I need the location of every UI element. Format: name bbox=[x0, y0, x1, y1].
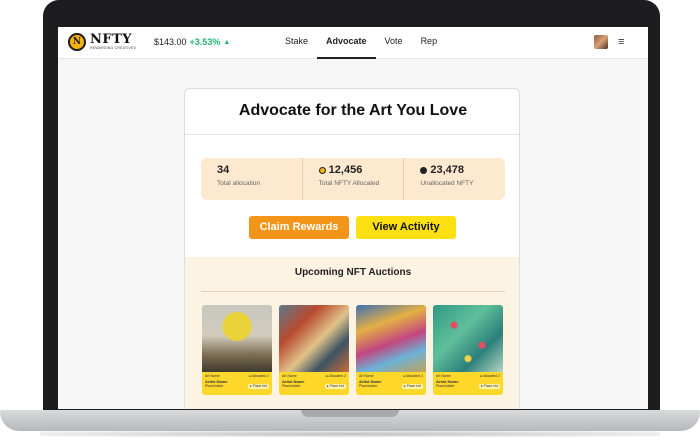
divider bbox=[201, 291, 505, 292]
nfty-coin-icon bbox=[318, 166, 326, 174]
nft-card[interactable]: Art Name ● Allocated 2 Artist Name Placeh… bbox=[202, 305, 272, 395]
nft-sub: Placeholder bbox=[282, 384, 301, 388]
upcoming-auctions: Upcoming NFT Auctions Art Name ● Allocate… bbox=[185, 257, 519, 409]
nav-link-rep[interactable]: Rep bbox=[412, 27, 447, 59]
stat-value: 23,478 bbox=[430, 164, 464, 176]
nft-artwork bbox=[279, 305, 349, 372]
section-title: Upcoming NFT Auctions bbox=[294, 267, 412, 278]
nft-card[interactable]: Art Name ● Allocated 2 Artist Name Placeh… bbox=[279, 305, 349, 395]
nft-allocated: ● Allocated 2 bbox=[402, 374, 423, 378]
laptop-shadow bbox=[40, 431, 660, 437]
nav-link-advocate[interactable]: Advocate bbox=[317, 27, 376, 59]
claim-rewards-button[interactable]: Claim Rewards bbox=[249, 216, 349, 239]
nft-artwork bbox=[433, 305, 503, 372]
nft-sub: Placeholder bbox=[436, 384, 455, 388]
nft-artwork bbox=[356, 305, 426, 372]
stat-unallocated: 23,478 Unallocated NFTY bbox=[403, 158, 505, 200]
place-bid-button[interactable]: ● Place bid bbox=[401, 384, 423, 389]
nav-link-vote[interactable]: Vote bbox=[376, 27, 412, 59]
nft-artwork bbox=[202, 305, 272, 372]
stat-value: 34 bbox=[217, 164, 230, 176]
price-value: $143.00 bbox=[154, 37, 187, 47]
advocate-card: Advocate for the Art You Love 34 Total a… bbox=[184, 88, 520, 409]
logo-text: NFTY REWARDING CREATIVES bbox=[90, 33, 136, 51]
logo[interactable]: N NFTY REWARDING CREATIVES bbox=[68, 33, 136, 51]
dark-coin-icon bbox=[420, 166, 428, 174]
nft-card[interactable]: Art Name ● Allocated 2 Artist Name Placeh… bbox=[433, 305, 503, 395]
stat-label: Total NFTY Allocated bbox=[318, 180, 380, 187]
allocation-stats: 34 Total allocation 12,456 Total NFTY Al… bbox=[201, 158, 505, 200]
page-title: Advocate for the Art You Love bbox=[185, 89, 519, 135]
top-nav: N NFTY REWARDING CREATIVES $143.00 +3.53… bbox=[58, 27, 648, 59]
up-arrow-icon: ▲ bbox=[223, 38, 231, 46]
nft-card[interactable]: Art Name ● Allocated 2 Artist Name Placeh… bbox=[356, 305, 426, 395]
stat-value: 12,456 bbox=[328, 164, 363, 176]
avatar[interactable] bbox=[594, 35, 608, 49]
price-change: +3.53% bbox=[189, 37, 221, 47]
browser-screen: N NFTY REWARDING CREATIVES $143.00 +3.53… bbox=[58, 27, 648, 409]
place-bid-button[interactable]: ● Place bid bbox=[324, 384, 346, 389]
nft-allocated: ● Allocated 2 bbox=[325, 374, 346, 378]
hamburger-menu-icon[interactable]: ≡ bbox=[618, 36, 624, 48]
stat-total-allocation: 34 Total allocation bbox=[201, 158, 302, 200]
view-activity-button[interactable]: View Activity bbox=[356, 216, 456, 239]
nav-link-stake[interactable]: Stake bbox=[276, 27, 317, 59]
logo-word: NFTY bbox=[90, 32, 133, 48]
nft-sub: Placeholder bbox=[359, 384, 378, 388]
nft-allocated: ● Allocated 2 bbox=[248, 374, 269, 378]
stat-nfty-allocated: 12,456 Total NFTY Allocated bbox=[301, 158, 404, 200]
logo-coin-icon: N bbox=[68, 33, 86, 51]
token-price: $143.00 +3.53% ▲ bbox=[154, 37, 230, 47]
nft-sub: Placeholder bbox=[205, 384, 224, 388]
stat-label: Total allocation bbox=[217, 180, 260, 187]
logo-tagline: REWARDING CREATIVES bbox=[90, 46, 136, 51]
stat-label: Unallocated NFTY bbox=[420, 180, 474, 187]
nav-links: Stake Advocate Vote Rep bbox=[276, 27, 446, 59]
place-bid-button[interactable]: ● Place bid bbox=[247, 384, 269, 389]
laptop-notch bbox=[301, 410, 399, 417]
place-bid-button[interactable]: ● Place bid bbox=[478, 384, 500, 389]
nft-allocated: ● Allocated 2 bbox=[479, 374, 500, 378]
